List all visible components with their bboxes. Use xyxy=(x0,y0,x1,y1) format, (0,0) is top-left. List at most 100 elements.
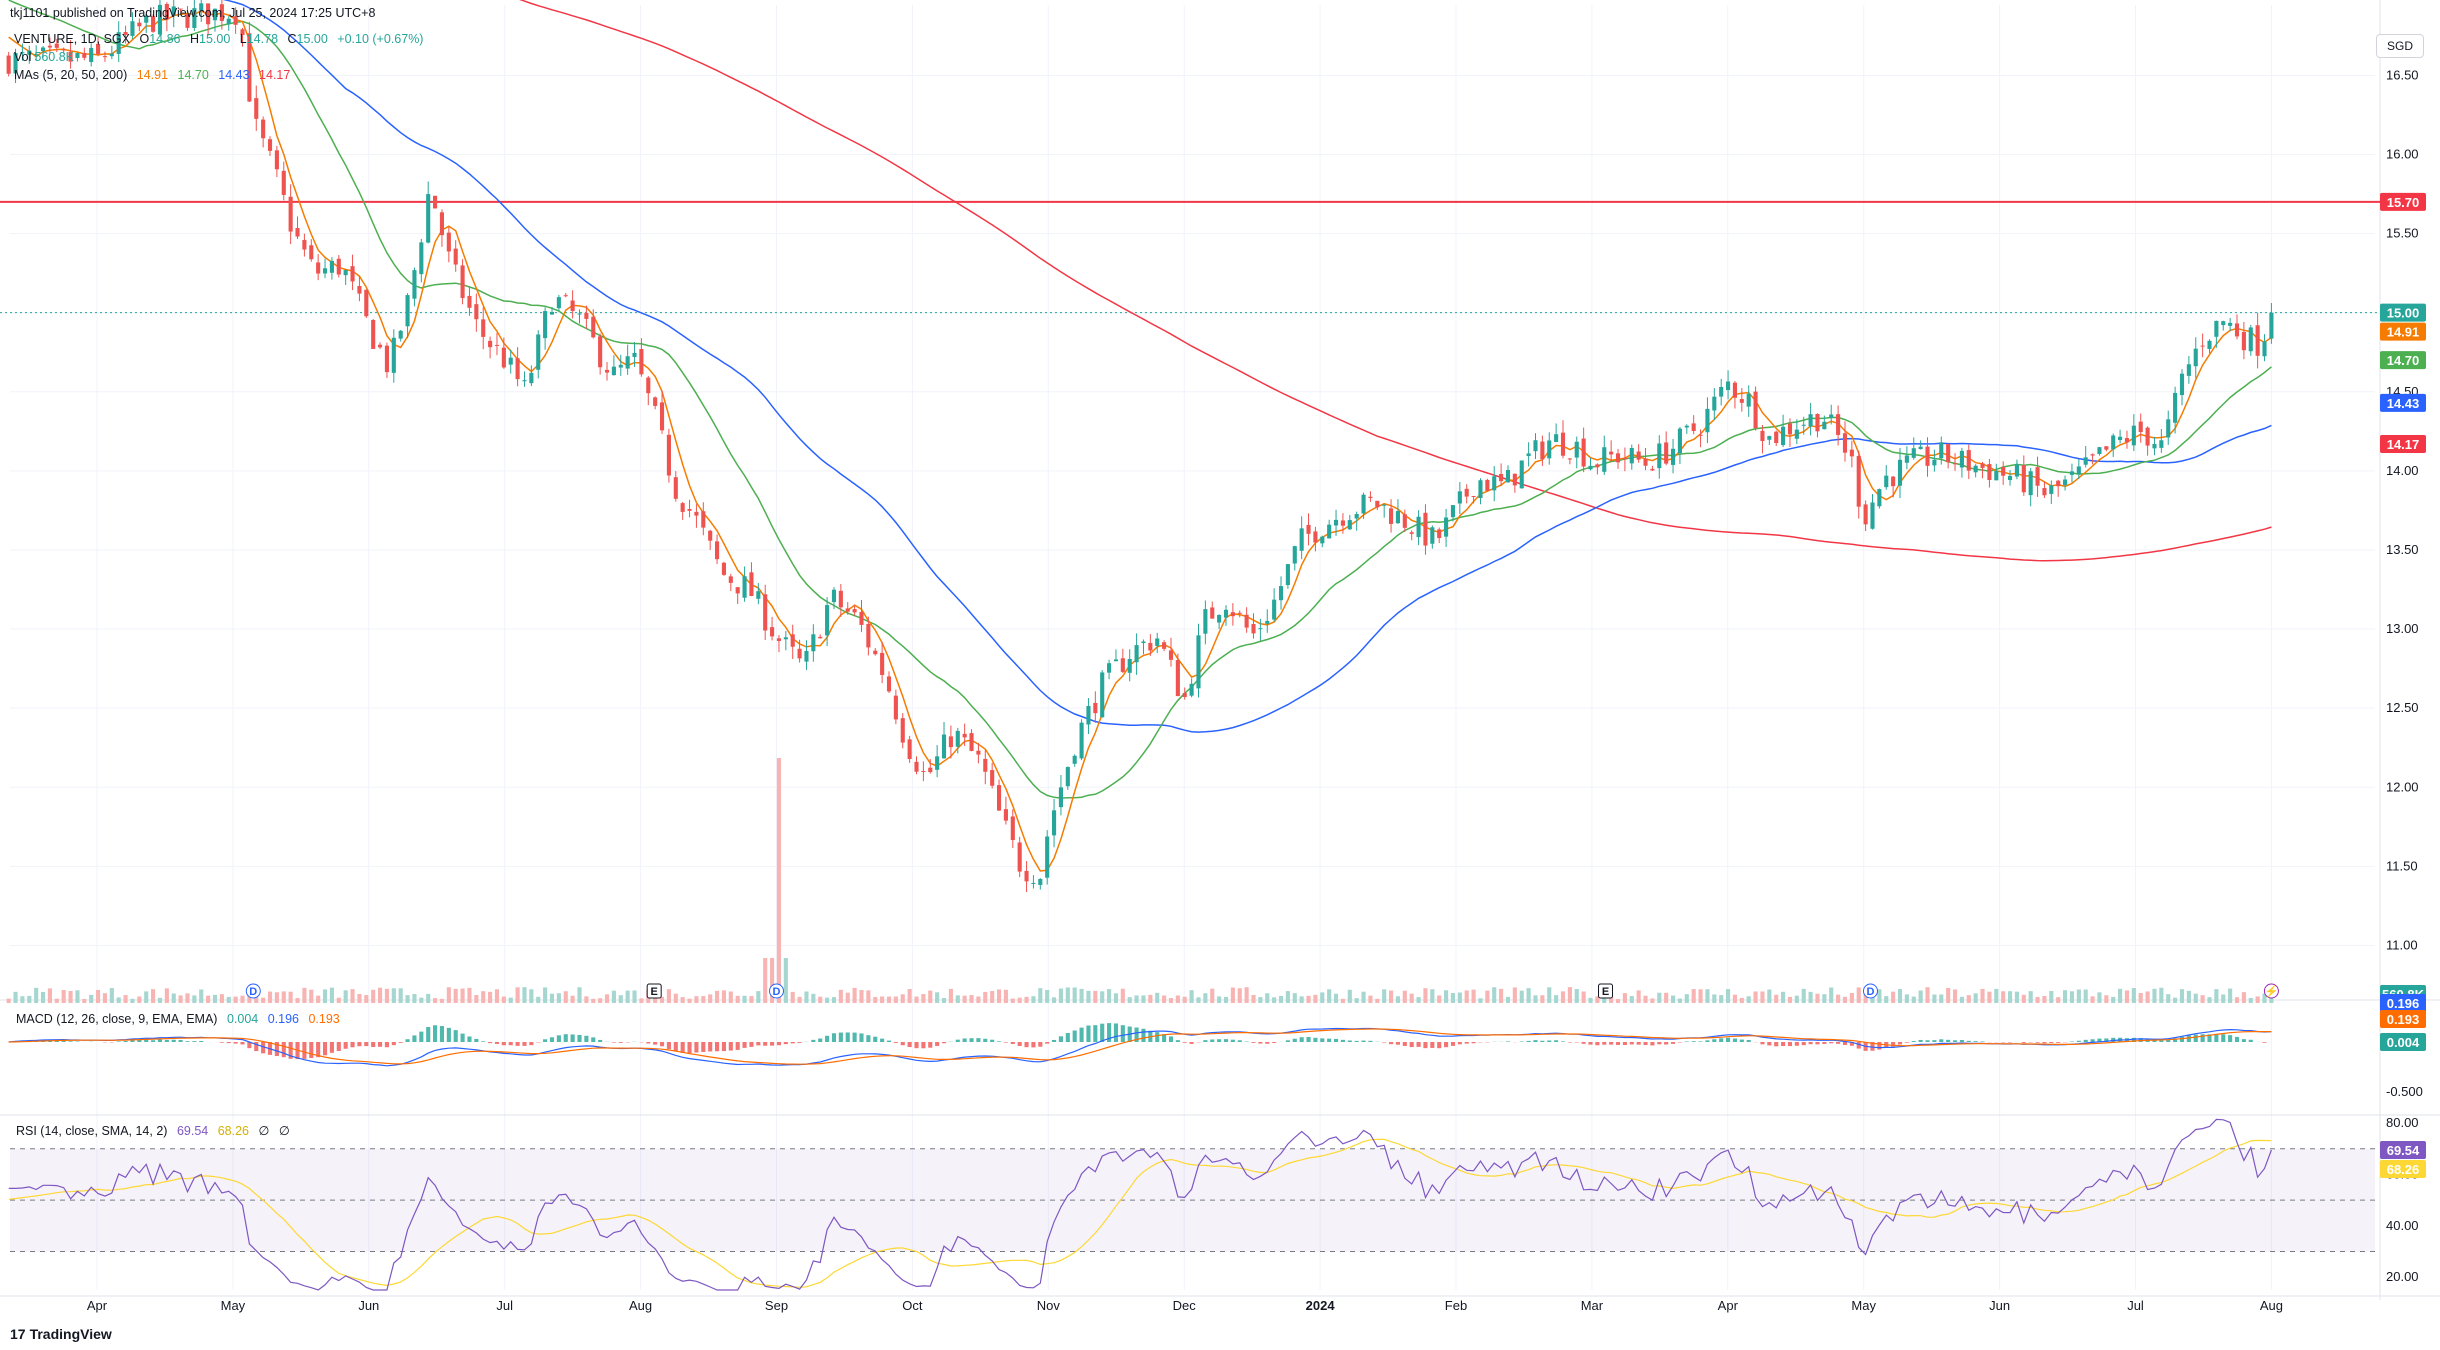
candle-body xyxy=(2001,466,2006,476)
candle-body xyxy=(371,320,376,349)
volume-bar xyxy=(852,987,857,1003)
volume-bar xyxy=(880,996,885,1003)
logo-text: TradingView xyxy=(29,1326,112,1342)
volume-bar xyxy=(2234,997,2240,1003)
volume-legend: Vol 560.8K xyxy=(14,48,80,66)
volume-bar xyxy=(1670,995,1676,1003)
macd-histogram-bar xyxy=(1801,1042,1806,1046)
volume-bar xyxy=(75,990,80,1003)
volume-bar xyxy=(625,990,630,1003)
volume-bar xyxy=(893,996,898,1003)
tradingview-logo[interactable]: 17 TradingView xyxy=(10,1326,112,1342)
candle-body xyxy=(976,750,981,755)
volume-bar xyxy=(522,987,527,1003)
macd-histogram-bar xyxy=(494,1042,500,1044)
macd-histogram-bar xyxy=(1382,1042,1387,1043)
candle-body xyxy=(1058,787,1063,808)
candle-body xyxy=(1836,414,1841,435)
candle-body xyxy=(2090,454,2095,456)
volume-bar xyxy=(2118,988,2123,1003)
candle-body xyxy=(1512,473,1517,486)
candle-body xyxy=(1781,426,1786,446)
badge-ma20: 14.70 xyxy=(2387,353,2420,368)
volume-bar xyxy=(439,998,445,1003)
price-tick-label: 13.50 xyxy=(2386,542,2419,557)
macd-histogram-bar xyxy=(1815,1042,1820,1045)
candle-body xyxy=(343,270,348,276)
volume-bar xyxy=(563,991,568,1003)
macd-histogram-bar xyxy=(329,1042,334,1053)
volume-bar xyxy=(2007,991,2013,1003)
candle-body xyxy=(1031,882,1036,884)
macd-histogram-bar xyxy=(1547,1040,1552,1042)
volume-bar xyxy=(1994,988,1999,1003)
volume-bar xyxy=(1430,989,1435,1003)
candle-body xyxy=(783,637,788,640)
symbol-label[interactable]: VENTURE, 1D, SGX xyxy=(14,32,130,46)
candle-body xyxy=(2049,485,2054,494)
candle-body xyxy=(1038,878,1043,885)
macd-histogram-bar xyxy=(1423,1042,1428,1049)
volume-bar xyxy=(1375,998,1380,1003)
volume-bar xyxy=(728,991,733,1003)
macd-histogram-bar xyxy=(1031,1042,1036,1048)
time-axis[interactable]: Apr May Jun Jul Aug Sep Oct Nov Dec 2024 Feb Mar Apr… xyxy=(87,1298,2283,1313)
candle-body xyxy=(1395,511,1400,524)
volume-bar xyxy=(928,990,933,1003)
macd-histogram-bar xyxy=(873,1036,878,1042)
macd-histogram-bar xyxy=(1629,1042,1634,1045)
volume-bar xyxy=(1003,989,1008,1003)
candle-body xyxy=(1464,488,1469,497)
macd-histogram-bar xyxy=(845,1032,850,1042)
currency-selector[interactable]: SGD xyxy=(2376,34,2424,58)
volume-bar xyxy=(1547,987,1552,1003)
volume-bar xyxy=(1505,996,1511,1003)
candle-body xyxy=(274,150,279,170)
macd-histogram-bar xyxy=(412,1035,417,1042)
macd-histogram-bar xyxy=(1966,1040,1971,1042)
volume-bar xyxy=(763,958,768,1003)
candle-body xyxy=(1203,609,1208,634)
volume-bar xyxy=(1175,995,1180,1003)
macd-histogram-bar xyxy=(1444,1042,1449,1048)
volume-bar xyxy=(267,991,273,1003)
candle-body xyxy=(1629,448,1634,464)
candle-body xyxy=(2069,471,2075,475)
volume-bar xyxy=(2104,995,2109,1003)
volume-bar xyxy=(2193,993,2198,1003)
candle-body xyxy=(701,511,706,528)
candle-body xyxy=(2241,331,2246,351)
candle-body xyxy=(481,319,486,337)
macd-histogram-bar xyxy=(1217,1039,1222,1042)
volume-bar xyxy=(1162,995,1167,1003)
macd-histogram-bar xyxy=(1079,1027,1084,1042)
macd-histogram-bar xyxy=(1155,1032,1160,1042)
candle-body xyxy=(1897,459,1903,486)
macd-hist-value: 0.004 xyxy=(226,1012,259,1026)
macd-histogram-bar xyxy=(439,1026,445,1042)
candle-body xyxy=(1519,460,1524,489)
macd-histogram-bar xyxy=(1739,1039,1744,1042)
macd-histogram-bar xyxy=(1794,1042,1799,1046)
volume-bar xyxy=(708,994,713,1003)
candle-body xyxy=(109,53,114,57)
candle-body xyxy=(1732,382,1738,398)
macd-histogram-bar xyxy=(1265,1042,1270,1044)
volume-bar xyxy=(687,998,692,1003)
candle-body xyxy=(852,609,857,613)
volume-bar xyxy=(914,996,919,1003)
candle-body xyxy=(508,357,513,365)
time-tick-label: Jul xyxy=(496,1298,513,1313)
candle-body xyxy=(1560,432,1566,456)
macd-histogram-bar xyxy=(178,1039,183,1042)
stock-chart[interactable]: -0.500 80.0060.0040.0020.00 DEDED⚡ 16.50… xyxy=(0,0,2440,1350)
volume-bar xyxy=(1932,994,1937,1003)
candle-body xyxy=(1959,450,1964,468)
volume-bar xyxy=(749,996,754,1003)
volume-bar xyxy=(921,994,926,1003)
macd-histogram-bar xyxy=(1010,1042,1015,1044)
candle-body xyxy=(433,195,438,209)
volume-bar xyxy=(2200,995,2205,1003)
macd-histogram-bar xyxy=(2021,1042,2026,1043)
candle-body xyxy=(1299,528,1304,551)
